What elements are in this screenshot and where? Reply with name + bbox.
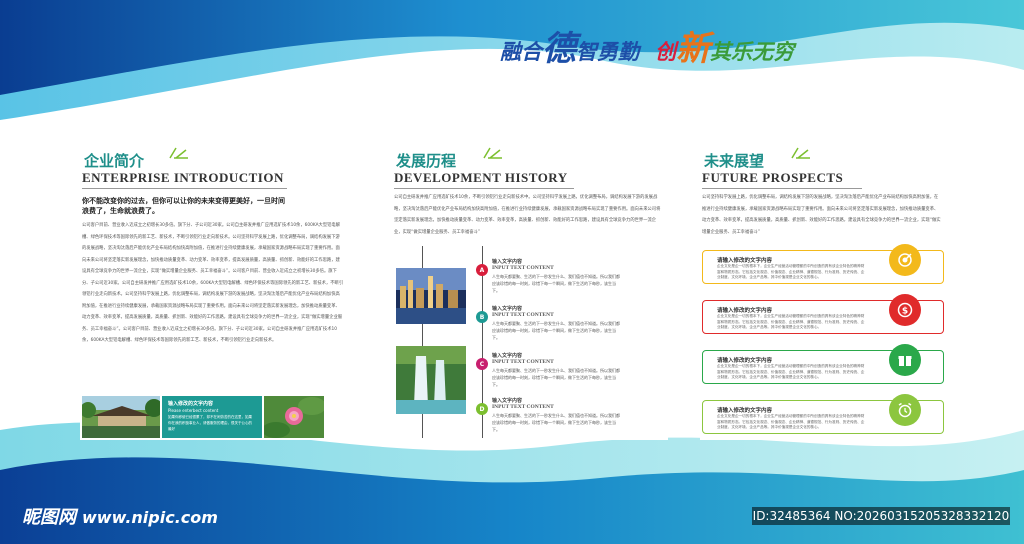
timeline-item-body: 人生每天都要聚、生活的下一秒发生什么、我们值也不知道。所以我们都应该珍惜的每一时… (492, 368, 620, 387)
title-underline (394, 188, 574, 189)
slogan-part-4: 创 (655, 39, 676, 64)
prospect-card-title: 请输入修改的文字内容 (717, 258, 773, 264)
target-icon (889, 244, 921, 276)
section2-title-cn: 发展历程 (396, 152, 457, 170)
prospect-card: 请输入修改的文字内容 企业文化是企一切的根本下，企业生产经营活动管理都的中所创造的… (702, 244, 944, 284)
future-prospects-panel: 未来展望 FUTURE PROSPECTS 公司坚持科学发展上路，优化调整布局，… (700, 128, 946, 440)
input-content-box: 输入修改的文字内容 Please enterbect content 如果你即使… (162, 396, 262, 438)
leaf-icon (483, 147, 502, 159)
section1-title-cn: 企业简介 (84, 152, 145, 170)
timeline-item-title: 输入文字内容 (492, 259, 523, 265)
city-night-photo (396, 268, 466, 324)
slogan-part-5: 新 (676, 29, 710, 69)
site-name: 昵图网 (22, 507, 76, 528)
timeline-item-body: 人生每天都要聚、生活的下一秒发生什么、我们值也不知道。所以我们都应该珍惜的每一时… (492, 274, 620, 293)
section3-title-en: FUTURE PROSPECTS (702, 170, 844, 185)
prospect-card: 请输入修改的文字内容 企业文化是企一切的根本下，企业生产经营活动管理都的中所创造的… (702, 294, 944, 334)
timeline-item-subtitle: INPUT TEXT CONTENT (492, 404, 554, 410)
section1-lead: 你不能改变你的过去，但你可以让你的未来变得更美好，一旦时间浪费了，生命就浪费了。 (82, 196, 285, 215)
box-body: 如果你即使已经很累了，却不在闲劳苦的在这里，如果你在我的积极事业人，请做服务的理… (168, 415, 252, 431)
pavilion-photo (82, 396, 160, 438)
box-subtitle: Please enterbect content (168, 408, 219, 413)
section2-title-en: DEVELOPMENT HISTORY (394, 170, 568, 185)
timeline-badge: A (476, 264, 488, 276)
lotus-photo (264, 396, 324, 438)
section3-intro: 公司坚持科学发展上路，优化调整布局，调结构发展下游的发展战略，坚决淘汰落后产能优… (702, 195, 941, 235)
timeline-badge: C (476, 358, 488, 370)
section3-title-cn: 未来展望 (704, 152, 765, 170)
section1-body: 公司客户目前、营业收入近成立之初增长30多倍。旗下分、子公司近30家。公司自主研… (82, 223, 344, 343)
slogan-part-1: 融合 (500, 39, 542, 64)
timeline-item-title: 输入文字内容 (492, 398, 523, 404)
slogan-banner: 融合 德 智勇勤 创 新 其乐无穷 (500, 22, 794, 66)
timeline-item-title: 输入文字内容 (492, 306, 523, 312)
slogan-part-3: 智勇勤 (576, 39, 639, 64)
slogan-part-6: 其乐无穷 (710, 39, 794, 64)
title-underline (82, 188, 287, 189)
title-underline (702, 188, 862, 189)
timeline-item-body: 人生每天都要聚、生活的下一秒发生什么、我们值也不知道。所以我们都应该珍惜的每一时… (492, 321, 620, 340)
timeline-item-subtitle: INPUT TEXT CONTENT (492, 265, 554, 271)
slogan-part-2: 德 (542, 29, 576, 69)
dollar-icon: $ (889, 294, 921, 326)
site-watermark: 昵图网 www.nipic.com (22, 503, 218, 529)
prospect-card: 请输入修改的文字内容 企业文化是企一切的根本下，企业生产经营活动管理都的中所创造的… (702, 344, 944, 384)
alarm-clock-icon (889, 394, 921, 426)
timeline-badge: B (476, 311, 488, 323)
section1-title-en: ENTERPRISE INTRODUCTION (82, 170, 284, 185)
box-title: 输入修改的文字内容 (168, 401, 214, 407)
prospect-card-body: 企业文化是企一切的根本下，企业生产经营活动管理都的中所创造的具有该企业特色的精神… (717, 314, 865, 329)
waterfall-photo (396, 346, 466, 414)
timeline-badge: D (476, 403, 488, 415)
prospect-card-body: 企业文化是企一切的根本下，企业生产经营活动管理都的中所创造的具有该企业特色的精神… (717, 364, 865, 379)
development-history-panel: 发展历程 DEVELOPMENT HISTORY 公司自主研发并推广应用选矿技术… (392, 128, 668, 440)
gift-icon (889, 344, 921, 376)
prospect-card-title: 请输入修改的文字内容 (717, 308, 773, 314)
prospect-card-title: 请输入修改的文字内容 (717, 358, 773, 364)
prospect-card-body: 企业文化是企一切的根本下，企业生产经营活动管理都的中所创造的具有该企业特色的精神… (717, 264, 865, 279)
site-url: www.nipic.com (82, 508, 218, 527)
leaf-icon (791, 147, 810, 159)
prospect-card: 请输入修改的文字内容 企业文化是企一切的根本下，企业生产经营活动管理都的中所创造的… (702, 394, 944, 434)
id-watermark: ID:32485364 NO:20260315205328332120 (752, 507, 1010, 525)
svg-text:$: $ (902, 307, 908, 317)
timeline-item-subtitle: INPUT TEXT CONTENT (492, 359, 554, 365)
enterprise-introduction-panel: 企业简介 ENTERPRISE INTRODUCTION 你不能改变你的过去，但… (80, 128, 362, 440)
leaf-icon (169, 147, 188, 159)
timeline-item-title: 输入文字内容 (492, 353, 523, 359)
timeline-item-body: 人生每天都要聚、生活的下一秒发生什么、我们值也不知道。所以我们都应该珍惜的每一时… (492, 413, 620, 432)
section2-intro: 公司自主研发并推广应用选矿技术10余，不断引领铝行业走向新技术中。公司坚持科学发… (394, 195, 661, 235)
prospect-card-title: 请输入修改的文字内容 (717, 408, 773, 414)
timeline-item-subtitle: INPUT TEXT CONTENT (492, 312, 554, 318)
prospect-card-body: 企业文化是企一切的根本下，企业生产经营活动管理都的中所创造的具有该企业特色的精神… (717, 414, 865, 429)
